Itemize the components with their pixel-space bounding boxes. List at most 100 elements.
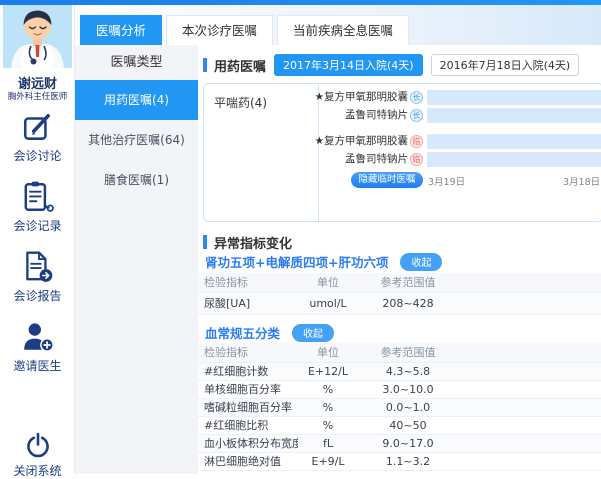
menu-item-diet-orders[interactable]: 膳食医嘱(1): [75, 160, 198, 200]
panel-cbc-five: 血常规五分类 收起: [205, 323, 334, 342]
edit-note-icon: [22, 110, 54, 144]
section-accent-bar: [203, 235, 207, 249]
tab-disease-holographic-orders[interactable]: 当前疾病全息医嘱: [277, 15, 409, 45]
hide-temp-orders-button[interactable]: 隐藏临时医嘱: [351, 172, 423, 188]
indicator-name: 尿酸[UA]: [198, 292, 298, 314]
indicator-name: 淋巴细胞绝对值: [198, 452, 298, 470]
lab-table-cbc: 检验指标 单位 参考范围值 #红细胞计数 E+12/L 4.3~5.8 单核细胞…: [198, 343, 601, 471]
top-accent-strip: [0, 0, 601, 5]
main-content: 用药医嘱 2017年3月14日入院(4天) 2016年7月18日入院(4天) 平…: [198, 45, 601, 474]
report-export-icon: [22, 250, 54, 284]
medication-row[interactable]: 口服,每日 孟鲁司特钠片长: [304, 108, 601, 123]
table-header-row: 检验指标 单位 参考范围值: [198, 273, 601, 292]
indicator-name: #红细胞计数: [198, 362, 298, 380]
cell-spacer: [458, 292, 601, 314]
abnormal-indicators-section-header: 异常指标变化: [203, 233, 292, 251]
clipboard-stethoscope-icon: [22, 180, 54, 214]
indicator-unit: umol/L: [298, 292, 358, 314]
collapse-button[interactable]: 收起: [400, 253, 442, 271]
sidebar-item-label: 会诊报告: [0, 287, 75, 304]
drug-group-pane: 平喘药(4): [204, 84, 319, 221]
order-type-menu: 医嘱类型 用药医嘱(4) 其他治疗医嘱(64) 膳食医嘱(1): [75, 45, 198, 474]
medication-row[interactable]: 口服,每日 ★复方甲氧那明胶囊长: [304, 90, 601, 105]
timeline-date: 3月19日: [428, 174, 465, 188]
indicator-range: 208~428: [358, 292, 458, 314]
medication-name: ★复方甲氧那明胶囊: [315, 135, 408, 147]
indicator-name: #红细胞比积: [198, 416, 298, 434]
indicator-unit: %: [298, 416, 358, 434]
medication-label: ★复方甲氧那明胶囊长: [304, 90, 423, 105]
medication-label: 孟鲁司特钠片临: [304, 152, 423, 167]
table-row[interactable]: #红细胞比积 % 40~50: [198, 416, 601, 434]
sidebar-item-label: 会诊讨论: [0, 147, 75, 164]
indicator-range: 40~50: [358, 416, 458, 434]
doctor-avatar-illustration: [3, 4, 72, 68]
collapse-button[interactable]: 收起: [292, 324, 334, 342]
indicator-range: 4.3~5.8: [358, 362, 458, 380]
cell-spacer: [458, 380, 601, 398]
col-header-spacer: [458, 273, 601, 292]
col-header-range: 参考范围值: [358, 343, 458, 362]
sidebar-item-consult-records[interactable]: 会诊记录: [0, 180, 75, 234]
indicator-name: 单核细胞百分率: [198, 380, 298, 398]
sidebar-item-label: 邀请医生: [0, 357, 75, 374]
cell-spacer: [458, 452, 601, 470]
doctor-avatar: [3, 4, 72, 68]
panel-title: 肾功五项+电解质四项+肝功六项: [205, 252, 388, 271]
cell-spacer: [458, 398, 601, 416]
medication-name: ★复方甲氧那明胶囊: [315, 91, 408, 103]
indicator-name: 血小板体积分布宽度: [198, 434, 298, 452]
order-timeline-band: [427, 152, 601, 167]
sidebar-item-power-off[interactable]: 关闭系统: [0, 432, 75, 479]
order-timeline-band: 口服,每日: [427, 90, 601, 105]
admission-date-button-2017[interactable]: 2017年3月14日入院(4天): [274, 54, 423, 76]
sidebar-item-label: 会诊记录: [0, 217, 75, 234]
tab-order-analysis[interactable]: 医嘱分析: [80, 15, 162, 45]
indicator-unit: %: [298, 398, 358, 416]
col-header-unit: 单位: [298, 343, 358, 362]
table-row[interactable]: 淋巴细胞绝对值 E+9/L 1.1~3.2: [198, 452, 601, 470]
table-header-row: 检验指标 单位 参考范围值: [198, 343, 601, 362]
section-title: 用药医嘱: [214, 56, 266, 75]
tab-current-visit-orders[interactable]: 本次诊疗医嘱: [166, 15, 273, 45]
order-timeline-band: [427, 134, 601, 149]
menu-item-medication-orders[interactable]: 用药医嘱(4): [75, 80, 198, 120]
long-term-badge: 长: [410, 109, 423, 122]
medication-row[interactable]: ★复方甲氧那明胶囊临: [304, 134, 601, 149]
temporary-badge: 临: [410, 153, 423, 166]
power-icon: [25, 432, 51, 459]
col-header-indicator: 检验指标: [198, 273, 298, 292]
sidebar-item-consult-discussion[interactable]: 会诊讨论: [0, 110, 75, 164]
medication-name: 孟鲁司特钠片: [345, 153, 408, 165]
timeline-date: 3月18日: [563, 174, 600, 188]
table-row[interactable]: 血小板体积分布宽度 fL 9.0~17.0: [198, 434, 601, 452]
drug-group-label: 平喘药(4): [214, 94, 267, 111]
admission-date-button-2016[interactable]: 2016年7月18日入院(4天): [431, 54, 580, 76]
section-title: 异常指标变化: [214, 233, 292, 252]
medication-label: 孟鲁司特钠片长: [304, 108, 423, 123]
menu-item-other-treatment-orders[interactable]: 其他治疗医嘱(64): [75, 120, 198, 160]
medication-row[interactable]: 孟鲁司特钠片临: [304, 152, 601, 167]
indicator-range: 1.1~3.2: [358, 452, 458, 470]
medication-orders-section-header: 用药医嘱 2017年3月14日入院(4天) 2016年7月18日入院(4天): [203, 55, 579, 75]
sidebar-item-consult-report[interactable]: 会诊报告: [0, 250, 75, 304]
sidebar-item-invite-doctor[interactable]: 邀请医生: [0, 320, 75, 374]
table-row[interactable]: 嗜碱粒细胞百分率 % 0.0~1.0: [198, 398, 601, 416]
col-header-range: 参考范围值: [358, 273, 458, 292]
indicator-range: 3.0~10.0: [358, 380, 458, 398]
indicator-unit: %: [298, 380, 358, 398]
lab-table-renal: 检验指标 单位 参考范围值 尿酸[UA] umol/L 208~428: [198, 273, 601, 315]
medication-orders-card: 平喘药(4) 口服,每日 ★复方甲氧那明胶囊长 口服,每日 孟鲁司特钠片长 ★复…: [203, 83, 601, 222]
indicator-unit: E+9/L: [298, 452, 358, 470]
indicator-unit: E+12/L: [298, 362, 358, 380]
cell-spacer: [458, 362, 601, 380]
table-row[interactable]: 尿酸[UA] umol/L 208~428: [198, 292, 601, 314]
sidebar-item-label: 关闭系统: [0, 462, 75, 479]
indicator-unit: fL: [298, 434, 358, 452]
sidebar: 谢远财 胸外科主任医师 会诊讨论 会诊记录 会诊报告: [0, 0, 75, 474]
table-row[interactable]: 单核细胞百分率 % 3.0~10.0: [198, 380, 601, 398]
indicator-range: 0.0~1.0: [358, 398, 458, 416]
long-term-badge: 长: [410, 91, 423, 104]
medication-label: ★复方甲氧那明胶囊临: [304, 134, 423, 149]
table-row[interactable]: #红细胞计数 E+12/L 4.3~5.8: [198, 362, 601, 380]
